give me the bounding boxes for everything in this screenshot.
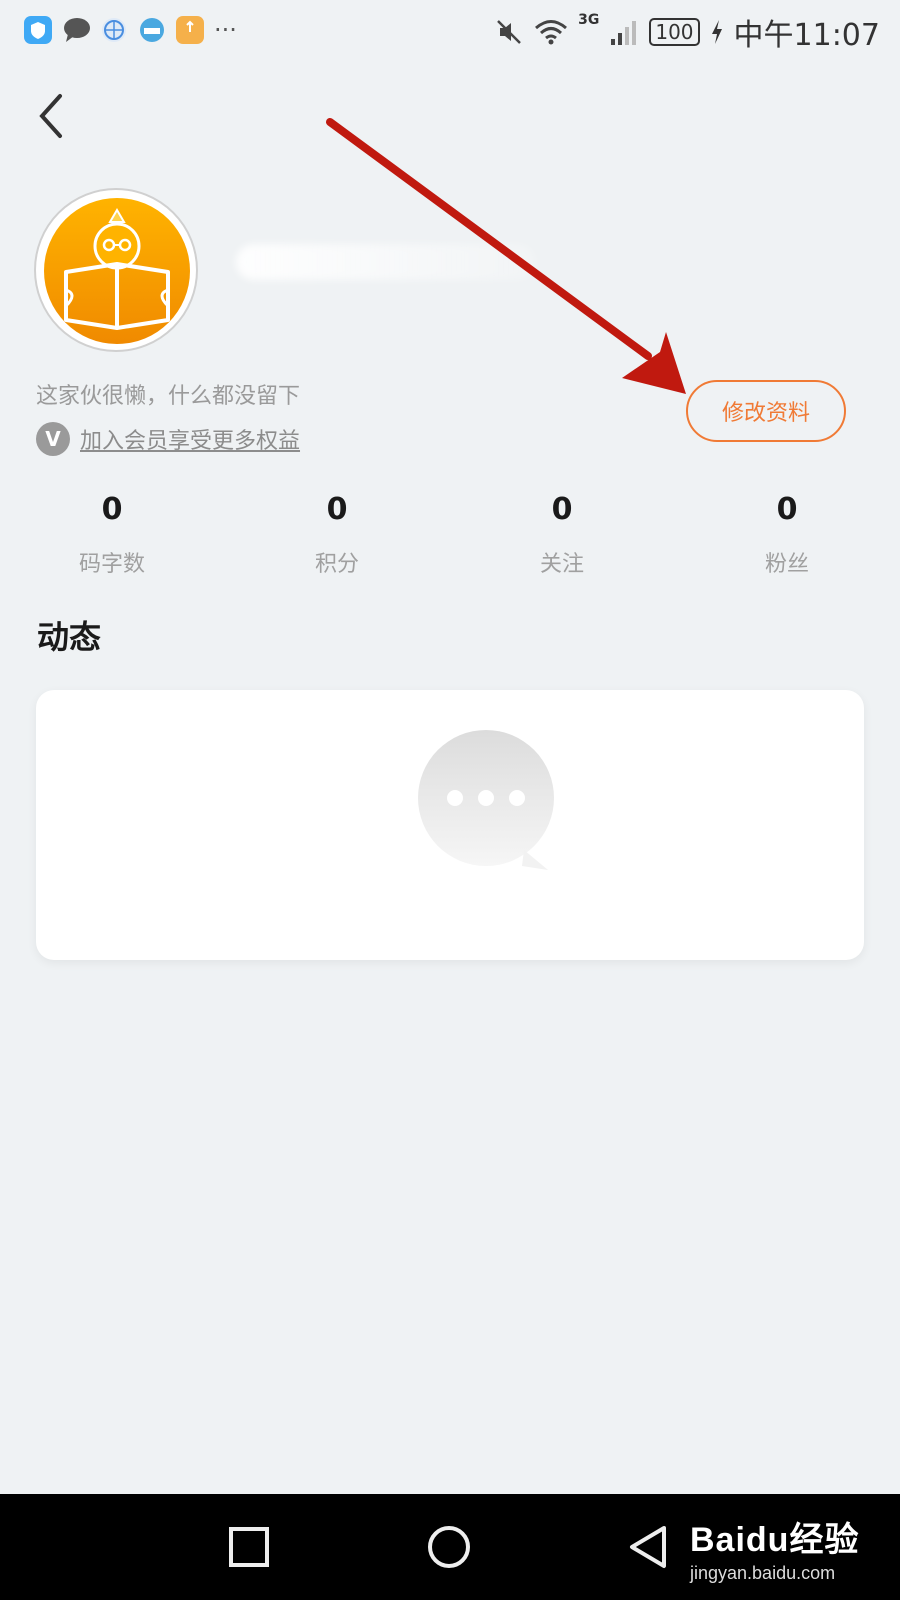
android-nav-bar: Baidu经验 jingyan.baidu.com bbox=[0, 1494, 900, 1600]
package-app-icon bbox=[176, 16, 204, 44]
vip-join-link[interactable]: 加入会员享受更多权益 bbox=[80, 423, 300, 455]
notification-icons: ··· bbox=[24, 16, 237, 44]
home-button[interactable] bbox=[426, 1524, 472, 1570]
stats-row: 0 码字数 0 积分 0 关注 0 粉丝 bbox=[0, 488, 900, 588]
chat-app-icon bbox=[62, 16, 90, 44]
square-icon bbox=[229, 1527, 269, 1567]
stat-word-count[interactable]: 0 码字数 bbox=[22, 488, 202, 578]
network-type: 3G bbox=[578, 12, 600, 28]
stat-points[interactable]: 0 积分 bbox=[247, 488, 427, 578]
stat-label: 粉丝 bbox=[764, 552, 809, 577]
stat-following[interactable]: 0 关注 bbox=[472, 488, 652, 578]
wifi-icon bbox=[535, 20, 568, 45]
shield-app-icon bbox=[24, 16, 52, 44]
empty-chat-bubble-icon bbox=[414, 730, 562, 878]
username-blurred bbox=[236, 244, 536, 280]
avatar[interactable] bbox=[34, 188, 198, 352]
profile-bio: 这家伙很懒，什么都没留下 bbox=[36, 384, 301, 409]
stat-label: 码字数 bbox=[78, 552, 145, 577]
feed-section-title: 动态 bbox=[37, 618, 102, 656]
battery-icon: 100 bbox=[649, 18, 700, 46]
stat-value: 0 bbox=[101, 492, 123, 527]
vip-badge-icon: V bbox=[36, 422, 70, 456]
stat-value: 0 bbox=[776, 492, 798, 527]
map-app-icon bbox=[138, 16, 166, 44]
status-time: 中午11:07 bbox=[733, 18, 880, 53]
browser-app-icon bbox=[100, 16, 128, 44]
stat-label: 关注 bbox=[539, 552, 584, 577]
status-right: 3G 100 中午11:07 bbox=[494, 10, 880, 54]
chevron-left-icon bbox=[39, 94, 62, 138]
nav-back-button[interactable] bbox=[626, 1524, 672, 1570]
stat-followers[interactable]: 0 粉丝 bbox=[697, 488, 877, 578]
mute-icon bbox=[497, 20, 521, 44]
stat-value: 0 bbox=[326, 492, 348, 527]
recent-apps-button[interactable] bbox=[226, 1524, 272, 1570]
baidu-watermark: Baidu经验 jingyan.baidu.com bbox=[690, 1512, 859, 1584]
stat-label: 积分 bbox=[314, 552, 359, 577]
back-button[interactable] bbox=[30, 88, 76, 144]
signal-icon bbox=[611, 21, 637, 45]
vip-row[interactable]: V 加入会员享受更多权益 bbox=[36, 422, 300, 456]
watermark-sub: jingyan.baidu.com bbox=[690, 1563, 836, 1583]
reading-mascot-icon bbox=[44, 198, 190, 344]
charging-icon bbox=[711, 20, 722, 44]
edit-profile-button[interactable]: 修改资料 bbox=[686, 380, 846, 442]
more-dots-icon: ··· bbox=[214, 16, 237, 44]
circle-icon bbox=[428, 1526, 470, 1568]
triangle-back-icon bbox=[630, 1526, 666, 1568]
status-bar: ··· 3G 100 中午11:07 bbox=[0, 0, 900, 60]
stat-value: 0 bbox=[551, 492, 573, 527]
watermark-main: Baidu经验 bbox=[690, 1521, 860, 1559]
feed-empty-card bbox=[36, 690, 864, 960]
